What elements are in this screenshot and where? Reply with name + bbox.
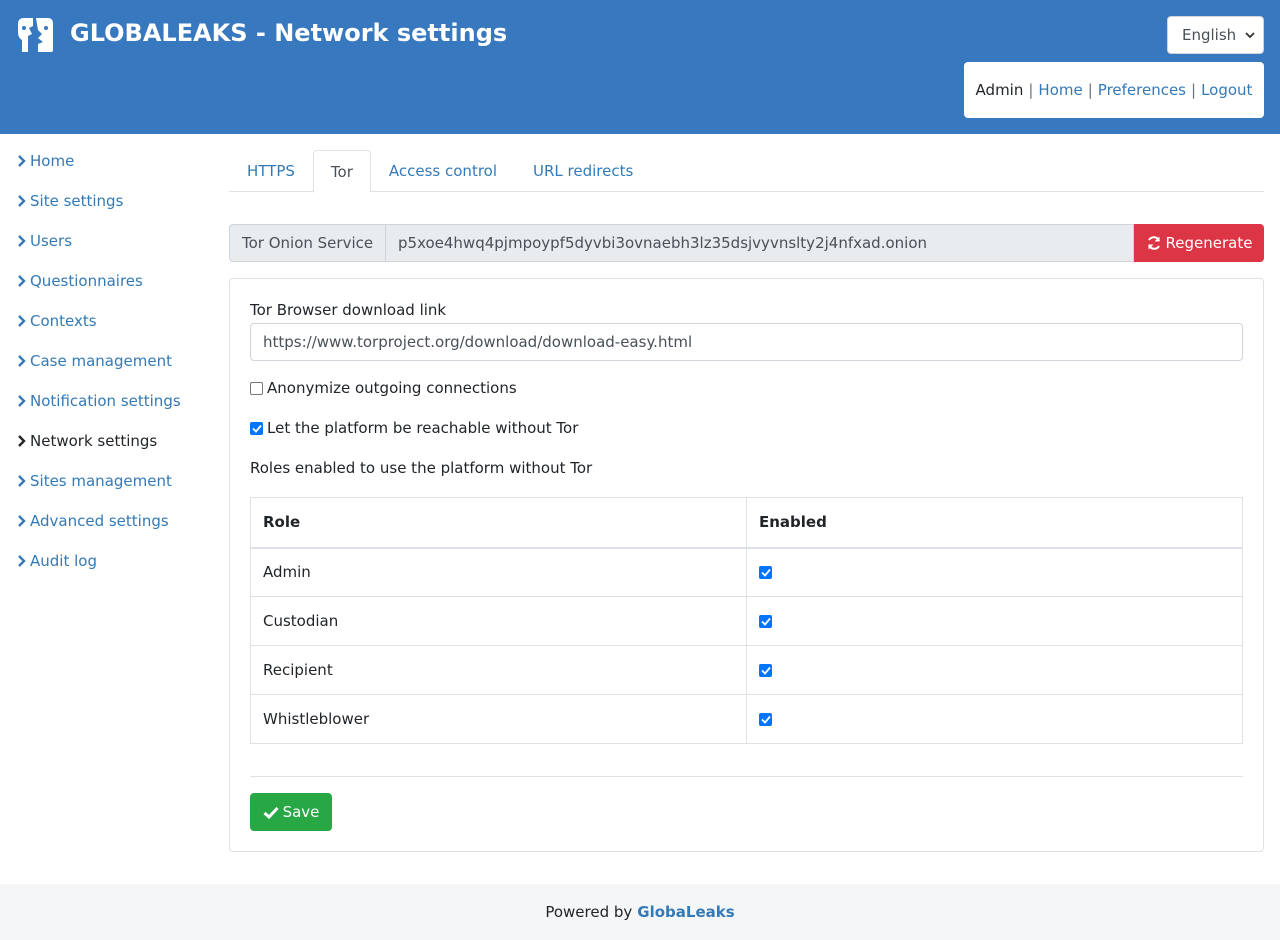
header: GLOBALEAKS - Network settings English Ad… [0,0,1280,134]
onion-service-label: Tor Onion Service [229,224,385,262]
table-row: Admin [250,547,1243,597]
table-header-row: Role Enabled [250,497,1243,549]
sidebar-item-users[interactable]: Users [16,221,216,261]
download-link-label: Tor Browser download link [250,301,447,319]
sidebar-item-contexts[interactable]: Contexts [16,301,216,341]
tab-tor[interactable]: Tor [312,150,371,193]
footer: Powered by GlobaLeaks [0,884,1280,940]
reachable-row: Let the platform be reachable without To… [250,419,578,437]
sidebar-item-audit-log[interactable]: Audit log [16,541,216,581]
sidebar-item-network-settings[interactable]: Network settings [16,421,216,461]
chevron-right-icon [16,274,30,288]
enabled-checkbox[interactable] [759,664,772,677]
preferences-link[interactable]: Preferences [1098,81,1186,99]
role-cell: Whistleblower [250,694,747,744]
sidebar-item-label: Audit log [30,552,97,570]
regenerate-label: Regenerate [1165,234,1253,252]
enabled-checkbox[interactable] [759,566,772,580]
globaleaks-logo-icon[interactable] [16,16,54,54]
chevron-right-icon [16,434,30,448]
check-icon [263,806,279,819]
sidebar-item-case-management[interactable]: Case management [16,341,216,381]
role-cell: Recipient [250,645,747,695]
sidebar-item-label: Home [30,152,75,170]
sidebar-item-sites-management[interactable]: Sites management [16,461,216,501]
save-button[interactable]: Save [250,793,332,831]
chevron-right-icon [16,554,30,568]
reachable-checkbox[interactable] [250,421,263,435]
anonymize-label: Anonymize outgoing connections [267,379,517,397]
onion-address-field[interactable]: p5xoe4hwq4pjmpoypf5dyvbi3ovnaebh3lz35dsj… [385,224,1134,262]
chevron-right-icon [16,514,30,528]
sidebar-item-label: Site settings [30,192,124,210]
enabled-checkbox[interactable] [759,615,772,628]
divider [250,776,1243,777]
sidebar-item-label: Advanced settings [30,512,169,530]
chevron-right-icon [16,394,30,408]
onion-service-group: Tor Onion Service p5xoe4hwq4pjmpoypf5dyv… [229,224,1264,262]
sidebar-item-label: Contexts [30,312,97,330]
settings-tabs: HTTPS Tor Access control URL redirects [229,150,1264,193]
anonymize-checkbox[interactable] [250,381,263,395]
enabled-cell [746,547,1243,597]
page-title: GLOBALEAKS - Network settings [70,19,508,47]
table-row: Recipient [250,645,1243,695]
sidebar-item-label: Network settings [30,432,158,450]
logout-link[interactable]: Logout [1201,81,1252,99]
tab-access-control[interactable]: Access control [371,150,515,192]
download-link-input[interactable]: https://www.torproject.org/download/down… [250,323,1243,361]
sidebar-item-home[interactable]: Home [16,141,216,181]
reachable-label: Let the platform be reachable without To… [267,419,579,437]
sidebar-item-label: Sites management [30,472,172,490]
language-select[interactable]: English [1167,16,1264,54]
globaleaks-link[interactable]: GlobaLeaks [637,903,734,921]
tab-https[interactable]: HTTPS [229,150,313,192]
chevron-right-icon [16,474,30,488]
sidebar-item-label: Case management [30,352,172,370]
role-column-header: Role [250,497,747,549]
sidebar-item-site-settings[interactable]: Site settings [16,181,216,221]
role-cell: Admin [250,547,747,597]
tor-settings-card: Tor Browser download link https://www.to… [229,278,1264,852]
tab-url-redirects[interactable]: URL redirects [515,150,651,192]
sidebar-item-advanced-settings[interactable]: Advanced settings [16,501,216,541]
current-user-label: Admin [975,81,1024,99]
chevron-down-icon [1245,29,1255,42]
sidebar-item-label: Users [30,232,73,250]
anonymize-row: Anonymize outgoing connections [250,379,517,397]
chevron-right-icon [16,154,30,168]
roles-table: Role Enabled Admin Custodian Recipient W… [250,497,1243,744]
chevron-right-icon [16,194,30,208]
separator: | [1191,81,1197,99]
powered-by-text: Powered by [545,903,633,921]
refresh-icon [1147,236,1160,250]
separator: | [1028,81,1034,99]
roles-label: Roles enabled to use the platform withou… [250,459,593,477]
separator: | [1087,81,1093,99]
chevron-right-icon [16,314,30,328]
regenerate-button[interactable]: Regenerate [1134,224,1264,262]
table-row: Whistleblower [250,694,1243,744]
table-row: Custodian [250,596,1243,646]
enabled-column-header: Enabled [746,497,1243,549]
save-label: Save [282,803,320,821]
role-cell: Custodian [250,596,747,646]
sidebar-item-label: Questionnaires [30,272,143,290]
enabled-checkbox[interactable] [759,713,772,726]
sidebar-item-notification-settings[interactable]: Notification settings [16,381,216,421]
home-link[interactable]: Home [1038,81,1082,99]
enabled-cell [746,645,1243,695]
sidebar: Home Site settings Users Questionnaires … [16,141,216,581]
sidebar-item-label: Notification settings [30,392,181,410]
chevron-right-icon [16,234,30,248]
user-menu: Admin | Home | Preferences | Logout [964,62,1264,118]
enabled-cell [746,596,1243,646]
sidebar-item-questionnaires[interactable]: Questionnaires [16,261,216,301]
language-value: English [1182,26,1237,44]
chevron-right-icon [16,354,30,368]
enabled-cell [746,694,1243,744]
